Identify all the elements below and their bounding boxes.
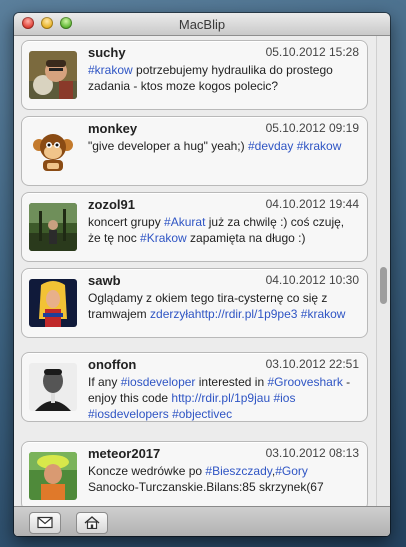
avatar[interactable] [29,127,77,175]
avatar[interactable] [29,452,77,500]
post-message: "give developer a hug" yeah;) #devday #k… [88,138,360,154]
message-text: interested in [195,375,268,389]
bottom-toolbar [14,506,390,536]
message-text: Sanocko-Turczanskie.Bilans:85 skrzynek(6… [88,480,324,494]
post-username[interactable]: sawb [88,273,121,288]
post-username[interactable]: meteor2017 [88,446,160,461]
post-message: Koncze wedrówke po #Bieszczady,#Gory San… [88,463,360,495]
post-username[interactable]: zozol91 [88,197,135,212]
hashtag-link[interactable]: #Krakow [140,231,187,245]
post-message: If any #iosdeveloper interested in #Groo… [88,374,360,422]
post-message: koncert grupy #Akurat już za chwilę :) c… [88,214,360,246]
window-title: MacBlip [178,17,226,32]
hashtag-link[interactable]: #Grooveshark [267,375,342,389]
post-message: #krakow potrzebujemy hydraulika do prost… [88,62,360,94]
hashtag-link[interactable]: #ios [273,391,295,405]
hashtag-link[interactable]: #Bieszczady [205,464,271,478]
scrollbar-thumb[interactable] [380,267,387,304]
hashtag-link[interactable]: http://rdir.pl/1p9jau [171,391,270,405]
app-window: MacBlip suchy 05.10.2012 15:28 #krakow p… [14,13,390,536]
message-text: zapamięta na długo :) [186,231,306,245]
hashtag-link[interactable]: #Akurat [164,215,205,229]
hashtag-link[interactable]: #objectivec [172,407,232,421]
title-bar[interactable]: MacBlip [14,13,390,36]
timeline[interactable]: suchy 05.10.2012 15:28 #krakow potrzebuj… [14,36,390,506]
message-text: If any [88,375,121,389]
message-text: koncert grupy [88,215,165,229]
post-card[interactable]: suchy 05.10.2012 15:28 #krakow potrzebuj… [21,40,368,110]
post-timestamp: 04.10.2012 10:30 [265,273,359,287]
avatar[interactable] [29,363,77,411]
post-card[interactable]: meteor2017 03.10.2012 08:13 Koncze wedró… [21,441,368,506]
post-card[interactable]: monkey 05.10.2012 09:19 "give developer … [21,116,368,186]
post-message: Oglądamy z okiem tego tira-cysternę co s… [88,290,360,322]
hashtag-link[interactable]: #krakow [88,63,133,77]
hashtag-link[interactable]: zderzyłahttp://rdir.pl/1p9pe3 [150,307,297,321]
hashtag-link[interactable]: #iosdeveloper [121,375,196,389]
post-card[interactable]: onoffon 03.10.2012 22:51 If any #iosdeve… [21,352,368,422]
home-button[interactable] [76,512,108,534]
message-text: Koncze wedrówke po [88,464,206,478]
post-username[interactable]: suchy [88,45,126,60]
avatar[interactable] [29,203,77,251]
avatar[interactable] [29,51,77,99]
avatar[interactable] [29,279,77,327]
hashtag-link[interactable]: #krakow [301,307,346,321]
post-timestamp: 05.10.2012 15:28 [265,45,359,59]
post-timestamp: 05.10.2012 09:19 [265,121,359,135]
hashtag-link[interactable]: #Gory [275,464,308,478]
vertical-scrollbar[interactable] [376,36,390,506]
post-card[interactable]: zozol91 04.10.2012 19:44 koncert grupy #… [21,192,368,262]
post-timestamp: 04.10.2012 19:44 [265,197,359,211]
post-timestamp: 03.10.2012 08:13 [265,446,359,460]
post-timestamp: 03.10.2012 22:51 [265,357,359,371]
hashtag-link[interactable]: #iosdevelopers [88,407,169,421]
post-username[interactable]: monkey [88,121,137,136]
post-card[interactable]: sawb 04.10.2012 10:30 Oglądamy z okiem t… [21,268,368,338]
hashtag-link[interactable]: #krakow [297,139,342,153]
post-username[interactable]: onoffon [88,357,136,372]
hashtag-link[interactable]: #devday [248,139,293,153]
message-text: "give developer a hug" yeah;) [88,139,248,153]
messages-button[interactable] [29,512,61,534]
